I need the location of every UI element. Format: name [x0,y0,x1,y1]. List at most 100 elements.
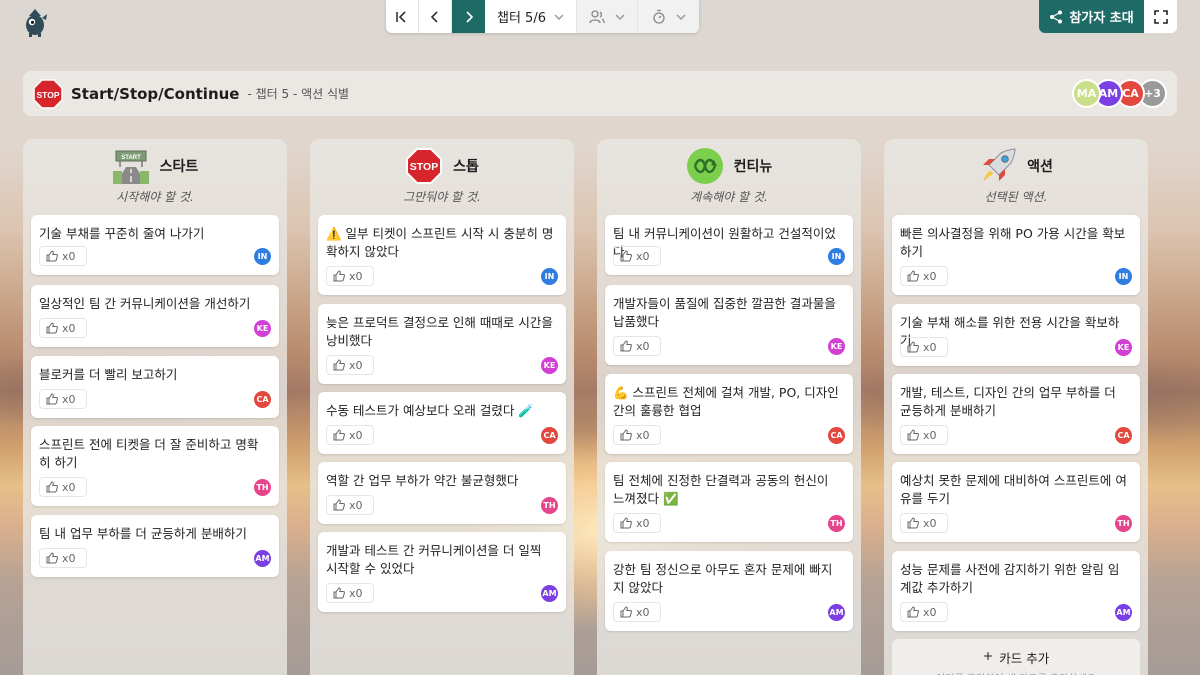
thumbs-up-icon [620,606,632,618]
retro-card[interactable]: 예상치 못한 문제에 대비하여 스프린트에 여유를 두기 x0 TH [892,462,1140,542]
like-button[interactable]: x0 [900,425,948,445]
retro-card[interactable]: 블로커를 더 빨리 보고하기 x0 CA [31,356,279,418]
retro-card[interactable]: 역할 간 업무 부하가 약간 불균형했다 x0 TH [318,462,566,524]
like-button[interactable]: x0 [900,337,948,357]
stop-sign-icon: STOP [33,78,63,109]
retro-card[interactable]: 수동 테스트가 예상보다 오래 걸렸다 🧪 x0 CA [318,392,566,454]
svg-text:STOP: STOP [37,90,60,100]
like-count: x0 [349,358,363,372]
column-action: 액션 선택된 액션. 빠른 의사결정을 위해 PO 가용 시간을 확보하기 x0 IN 기… [884,139,1148,675]
previous-chapter-button[interactable] [419,0,452,33]
like-button[interactable]: x0 [613,602,661,622]
like-button[interactable]: x0 [39,318,87,338]
like-count: x0 [62,249,76,263]
thumbs-up-icon [907,341,919,353]
card-author-avatar: KE [254,320,271,337]
retro-card[interactable]: 빠른 의사결정을 위해 PO 가용 시간을 확보하기 x0 IN [892,215,1140,295]
card-text: 기술 부채를 꾸준히 줄여 나가기 [39,226,205,241]
participant-avatar[interactable]: MA [1072,79,1101,108]
card-author-avatar: IN [1115,268,1132,285]
card-author-avatar: TH [828,515,845,532]
like-button[interactable]: x0 [326,583,374,603]
invite-label: 참가자 초대 [1069,11,1134,26]
column-header: STOP 스톱 [310,146,574,186]
chevron-down-icon [676,14,685,20]
card-text: 블로커를 더 빨리 보고하기 [39,367,178,382]
retro-card[interactable]: 팀 전체에 진정한 단결력과 공동의 헌신이 느껴졌다 ✅ x0 TH [605,462,853,542]
card-author-avatar: CA [1115,427,1132,444]
like-count: x0 [923,516,937,530]
chevron-left-icon [430,10,438,23]
like-count: x0 [62,480,76,494]
retro-card[interactable]: 개발과 테스트 간 커뮤니케이션을 더 일찍 시작할 수 있었다 x0 AM [318,532,566,612]
thumbs-up-icon [333,359,345,371]
board-header: STOP Start/Stop/Continue - 챕터 5 - 액션 식별 … [23,71,1177,116]
retro-card[interactable]: 💪 스프린트 전체에 걸쳐 개발, PO, 디자인 간의 훌륭한 협업 x0 CA [605,374,853,454]
like-count: x0 [349,269,363,283]
like-button[interactable]: x0 [39,548,87,568]
retro-card[interactable]: 늦은 프로덕트 결정으로 인해 때때로 시간을 낭비했다 x0 KE [318,304,566,384]
like-button[interactable]: x0 [326,425,374,445]
add-card-button[interactable]: + 카드 추가여기를 클릭하여 새 카드를 추가하세요 [892,639,1140,675]
card-text: 개발과 테스트 간 커뮤니케이션을 더 일찍 시작할 수 있었다 [326,543,542,576]
retro-card[interactable]: 성능 문제를 사전에 감지하기 위한 알림 임계값 추가하기 x0 AM [892,551,1140,631]
card-author-avatar: KE [828,338,845,355]
chapter-select[interactable]: 챕터 5/6 [485,0,577,33]
app-logo-icon[interactable] [20,6,50,38]
retro-card[interactable]: 스프린트 전에 티켓을 더 잘 준비하고 명확히 하기 x0 TH [31,426,279,506]
thumbs-up-icon [620,517,632,529]
rocket-icon [979,147,1017,185]
thumbs-up-icon [620,429,632,441]
like-count: x0 [62,321,76,335]
participant-avatars[interactable]: MA AM CA +3 [1072,79,1167,108]
add-card-label-row: + 카드 추가 [892,648,1140,667]
card-author-avatar: KE [1115,339,1132,356]
stopwatch-icon [652,9,665,24]
like-button[interactable]: x0 [900,266,948,286]
like-count: x0 [349,498,363,512]
add-card-hint: 여기를 클릭하여 새 카드를 추가하세요 [892,670,1140,675]
like-button[interactable]: x0 [326,355,374,375]
retro-card[interactable]: 팀 내 커뮤니케이션이 원활하고 건설적이었다 x0 IN [605,215,853,275]
first-chapter-button[interactable] [386,0,419,33]
column-stop: STOP 스톱 그만둬야 할 것. ⚠️ 일부 티켓이 스프린트 시작 시 충분히 명… [310,139,574,675]
column-title: 액션 [1027,159,1053,175]
like-button[interactable]: x0 [39,246,87,266]
retro-card[interactable]: 개발자들이 품질에 집중한 깔끔한 결과물을 납품했다 x0 KE [605,285,853,365]
invite-participants-button[interactable]: 참가자 초대 [1039,0,1144,33]
svg-text:STOP: STOP [410,161,438,173]
timer-dropdown[interactable] [638,0,699,33]
participants-dropdown[interactable] [577,0,638,33]
retro-card[interactable]: 개발, 테스트, 디자인 간의 업무 부하를 더 균등하게 분배하기 x0 CA [892,374,1140,454]
like-button[interactable]: x0 [39,477,87,497]
like-button[interactable]: x0 [613,336,661,356]
column-description: 시작해야 할 것. [116,190,194,204]
retro-card[interactable]: 팀 내 업무 부하를 더 균등하게 분배하기 x0 AM [31,515,279,577]
card-author-avatar: IN [254,248,271,265]
column-header: 컨티뉴 [597,146,861,186]
retro-card[interactable]: 기술 부채를 꾸준히 줄여 나가기 x0 IN [31,215,279,275]
retro-card[interactable]: ⚠️ 일부 티켓이 스프린트 시작 시 충분히 명확하지 않았다 x0 IN [318,215,566,295]
next-chapter-button[interactable] [452,0,485,33]
retro-card[interactable]: 강한 팀 정신으로 아무도 혼자 문제에 빠지지 않았다 x0 AM [605,551,853,631]
like-button[interactable]: x0 [39,389,87,409]
like-count: x0 [636,339,650,353]
like-button[interactable]: x0 [900,602,948,622]
thumbs-up-icon [620,340,632,352]
thumbs-up-icon [907,429,919,441]
thumbs-up-icon [907,606,919,618]
board-subtitle: - 챕터 5 - 액션 식별 [247,87,350,101]
card-author-avatar: AM [828,604,845,621]
like-button[interactable]: x0 [613,246,661,266]
continue-loop-icon [686,147,724,185]
retro-card[interactable]: 기술 부채 해소를 위한 전용 시간을 확보하기 x0 KE [892,304,1140,366]
retro-card[interactable]: 일상적인 팀 간 커뮤니케이션을 개선하기 x0 KE [31,285,279,347]
like-button[interactable]: x0 [613,425,661,445]
thumbs-up-icon [333,587,345,599]
like-count: x0 [636,516,650,530]
like-button[interactable]: x0 [326,495,374,515]
like-button[interactable]: x0 [900,513,948,533]
like-button[interactable]: x0 [613,513,661,533]
fullscreen-button[interactable] [1144,0,1177,33]
like-button[interactable]: x0 [326,266,374,286]
